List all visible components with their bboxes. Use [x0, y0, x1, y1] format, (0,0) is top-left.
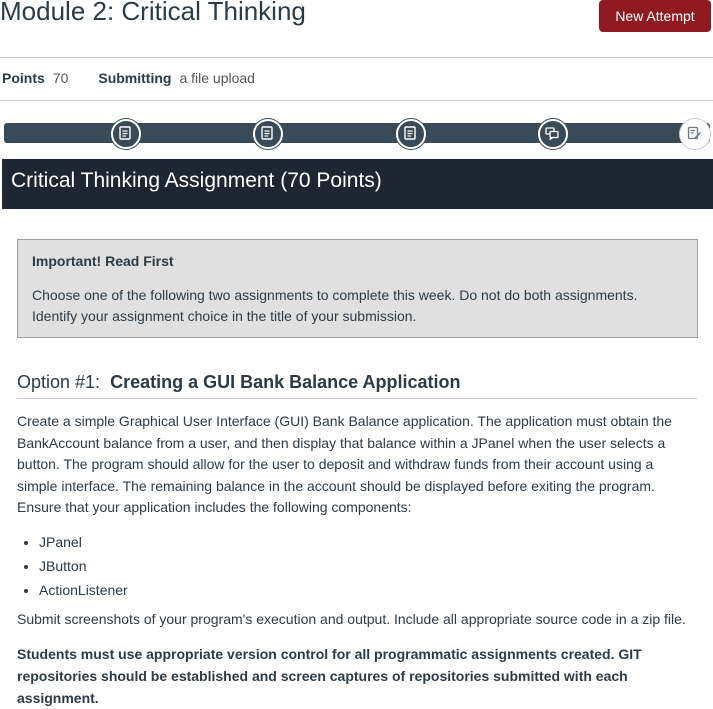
module-item-document-3[interactable] [396, 119, 426, 149]
assignment-banner: Critical Thinking Assignment (70 Points) [2, 159, 713, 209]
module-item-document-1[interactable] [111, 119, 141, 149]
module-item-assignment-current[interactable] [680, 119, 710, 149]
list-item: JButton [39, 554, 128, 578]
page-title: Module 2: Critical Thinking [0, 0, 306, 26]
module-progress-bar [4, 123, 710, 143]
submission-instructions: Submit screenshots of your program's exe… [17, 611, 686, 627]
new-attempt-button[interactable]: New Attempt [599, 0, 711, 32]
important-notice: Important! Read First Choose one of the … [17, 239, 698, 338]
components-list: JPanel JButton ActionListener [17, 530, 128, 602]
banner-title: Critical Thinking Assignment (70 Points) [11, 169, 382, 192]
submitting-label: Submitting [98, 70, 172, 86]
notice-text: Choose one of the following two assignme… [32, 287, 638, 324]
divider [0, 100, 713, 101]
list-item: JPanel [39, 530, 128, 554]
document-icon [261, 126, 273, 140]
divider [0, 57, 713, 58]
option-1-prefix: Option #1: [17, 372, 101, 392]
notice-title: Important! Read First [32, 253, 174, 269]
submitting-value: a file upload [179, 70, 255, 86]
points-label: Points [2, 70, 45, 86]
assignment-details: Points 70 Submitting a file upload [2, 70, 255, 86]
discussion-icon [545, 127, 559, 140]
document-icon [404, 126, 416, 140]
option-1-title: Creating a GUI Bank Balance Application [110, 372, 461, 392]
list-item: ActionListener [39, 578, 128, 602]
option-1-description: Create a simple Graphical User Interface… [17, 413, 672, 515]
module-item-discussion[interactable] [538, 119, 568, 149]
points-value: 70 [52, 70, 69, 86]
option-1-heading: Option #1: Creating a GUI Bank Balance A… [17, 372, 461, 393]
edit-assignment-icon [687, 126, 701, 140]
divider [17, 398, 697, 399]
version-control-requirement: Students must use appropriate version co… [17, 646, 642, 706]
document-icon [119, 126, 131, 140]
module-item-document-2[interactable] [253, 119, 283, 149]
